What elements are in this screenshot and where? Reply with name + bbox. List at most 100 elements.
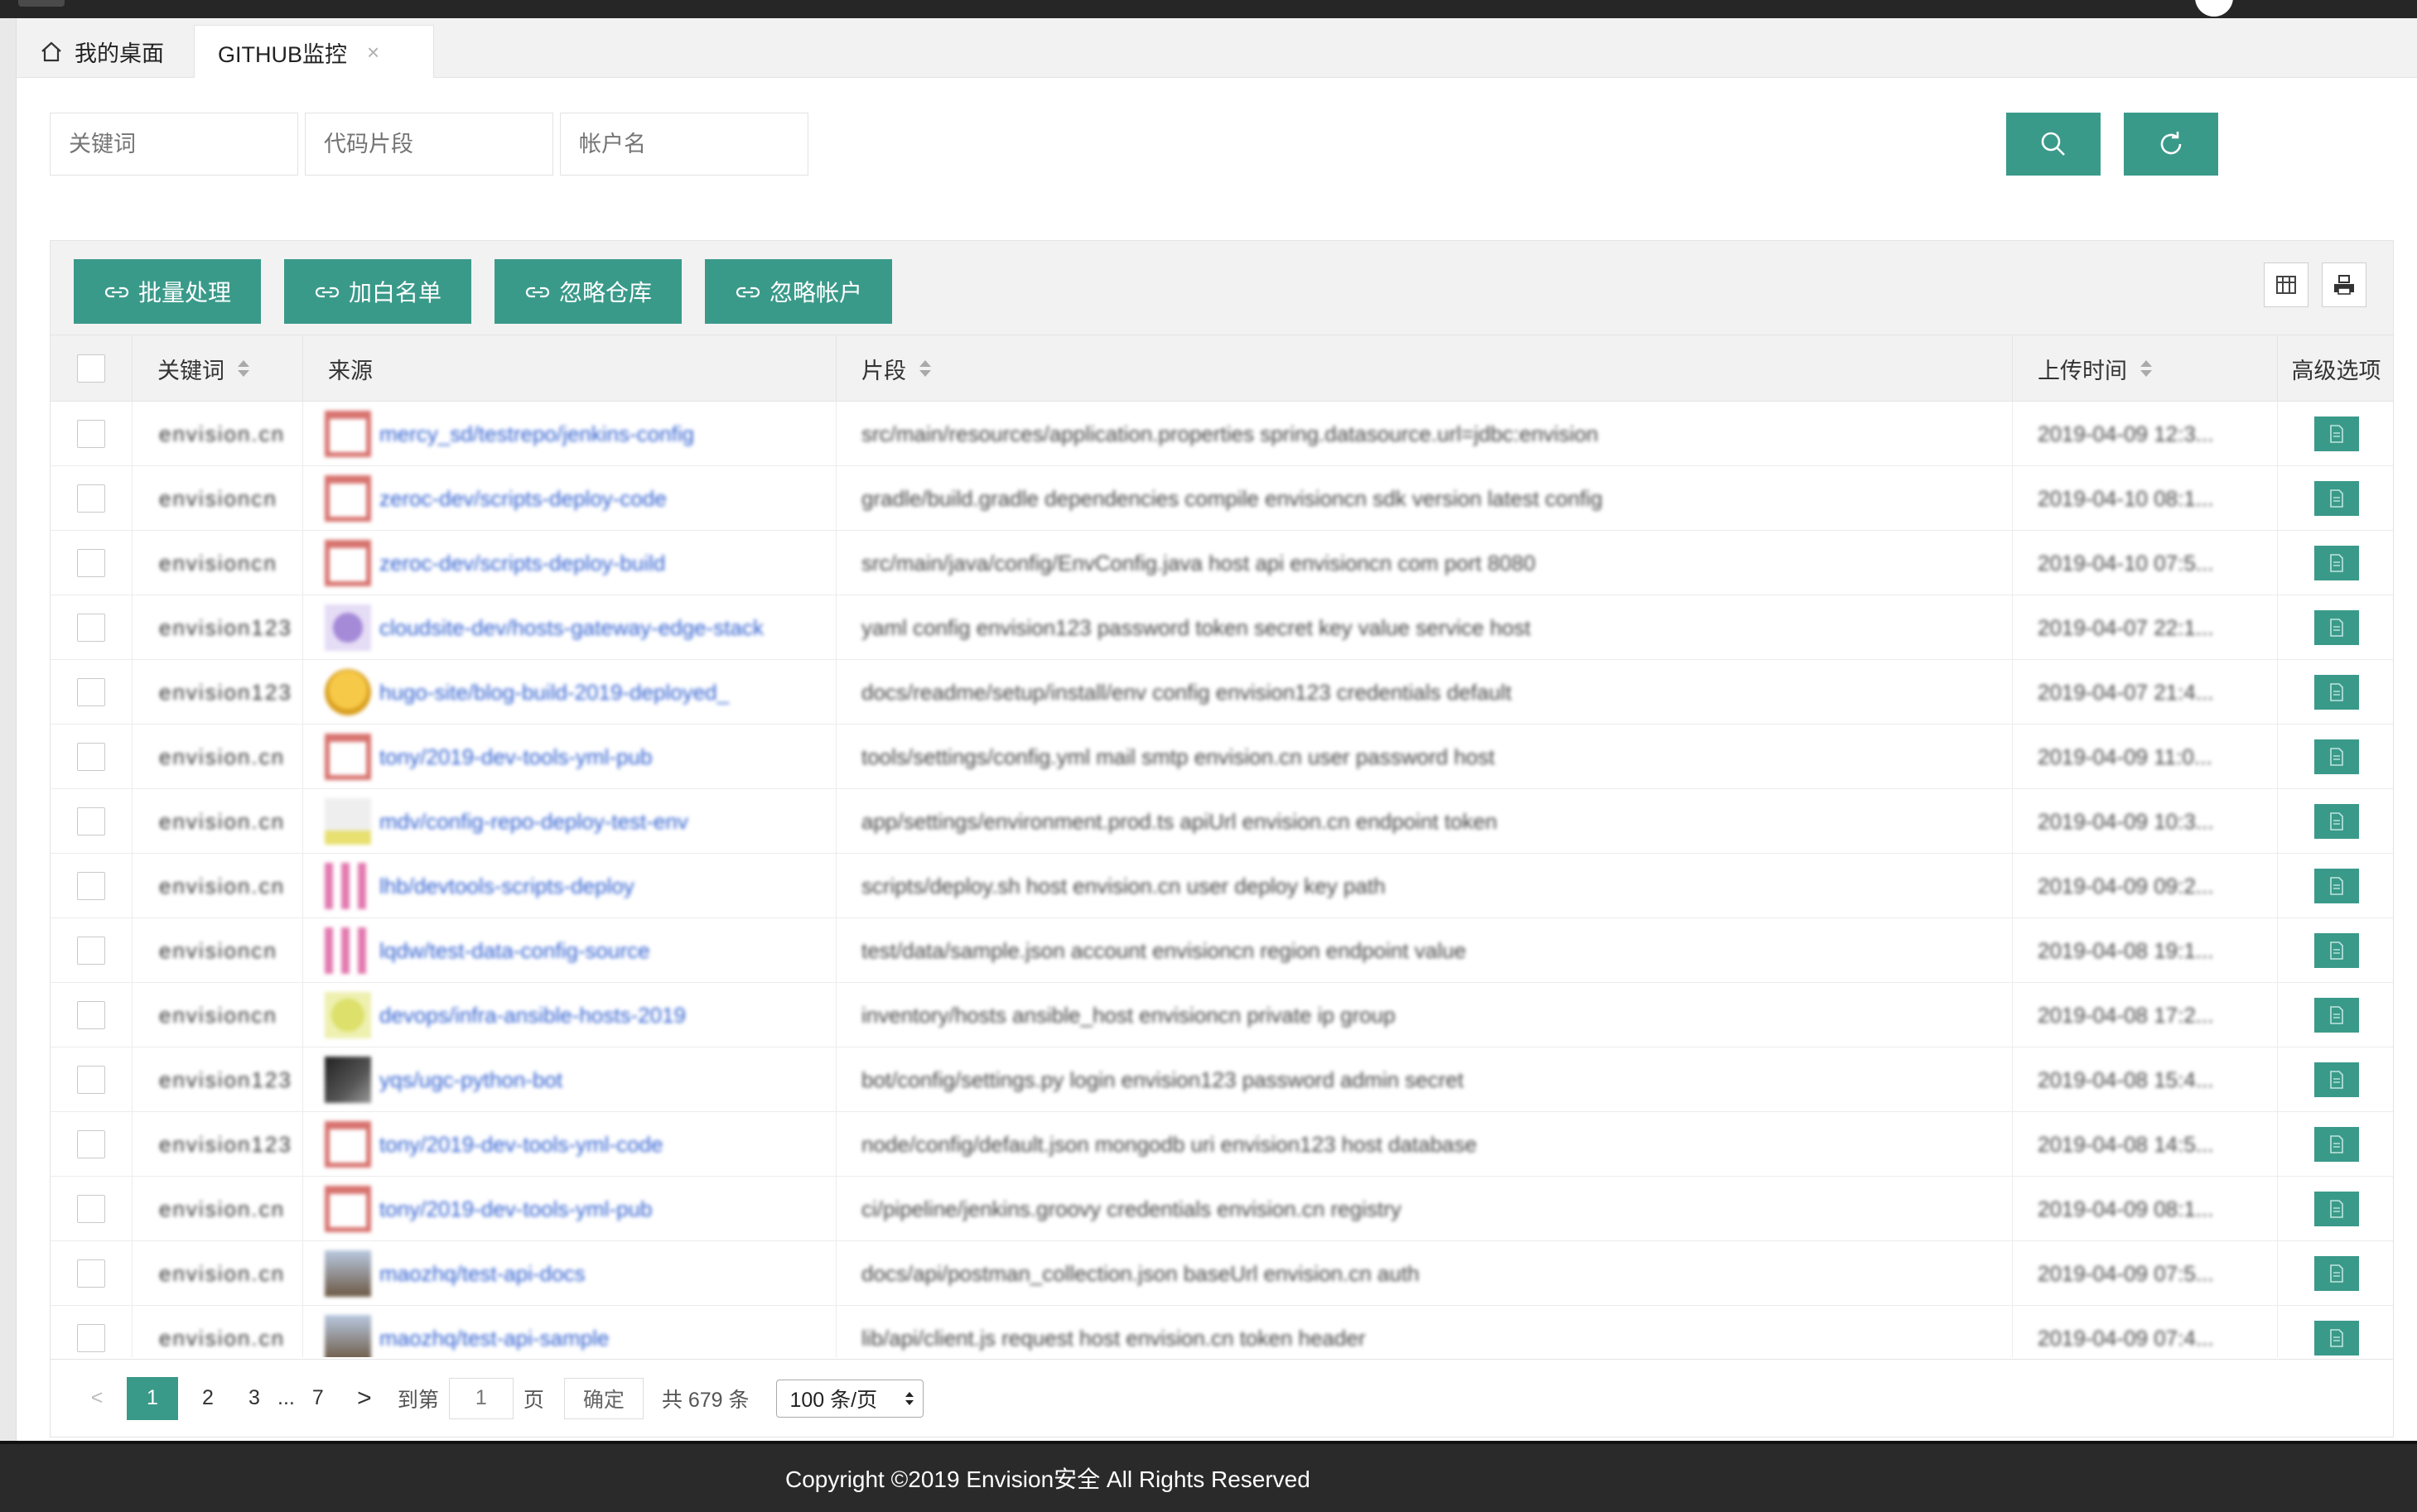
page-3-button[interactable]: 3 — [238, 1377, 271, 1420]
table-row[interactable]: envision.cn tony/2019-dev-tools-yml-pub ci… — [51, 1177, 2393, 1241]
document-icon — [2329, 1200, 2343, 1218]
refresh-button[interactable] — [2124, 113, 2218, 176]
table-row[interactable]: envision.cn lhb/devtools-scripts-deploy sc… — [51, 854, 2393, 918]
table-row[interactable]: envision.cn maozhq/test-api-sample lib/api… — [51, 1306, 2393, 1357]
row-checkbox[interactable] — [77, 614, 105, 642]
table-row[interactable]: envision123 yqs/ugc-python-bot bot/config/… — [51, 1047, 2393, 1112]
batch-process-button[interactable]: 批量处理 — [74, 259, 261, 324]
table-row[interactable]: envision.cn mercy_sd/testrepo/jenkins-con… — [51, 402, 2393, 466]
table-row[interactable]: envisioncn lqdw/test-data-config-source te… — [51, 918, 2393, 983]
detail-button[interactable] — [2313, 675, 2359, 710]
page-2-button[interactable]: 2 — [191, 1377, 224, 1420]
header-fragment[interactable]: 片段 — [836, 335, 2012, 402]
add-whitelist-button[interactable]: 加白名单 — [284, 259, 471, 324]
row-checkbox[interactable] — [77, 678, 105, 706]
row-checkbox[interactable] — [77, 1259, 105, 1288]
detail-button[interactable] — [2313, 933, 2359, 968]
row-checkbox[interactable] — [77, 420, 105, 448]
upload-time-cell: 2019-04-09 08:1... — [2012, 1177, 2277, 1241]
detail-button[interactable] — [2313, 804, 2359, 839]
sort-icon[interactable] — [2140, 360, 2152, 377]
keyword-cell: envision.cn — [132, 402, 302, 466]
detail-button[interactable] — [2313, 481, 2359, 516]
source-link[interactable]: mdv/config-repo-deploy-test-env — [379, 809, 688, 835]
tab-home[interactable]: 我的桌面 — [17, 25, 195, 78]
table-row[interactable]: envision.cn mdv/config-repo-deploy-test-e… — [51, 789, 2393, 854]
detail-button[interactable] — [2313, 1192, 2359, 1226]
detail-button[interactable] — [2313, 610, 2359, 645]
row-checkbox[interactable] — [77, 1066, 105, 1094]
detail-button[interactable] — [2313, 417, 2359, 451]
source-link[interactable]: mercy_sd/testrepo/jenkins-config — [379, 421, 694, 447]
source-link[interactable]: tony/2019-dev-tools-yml-code — [379, 1132, 663, 1158]
source-link[interactable]: tony/2019-dev-tools-yml-pub — [379, 744, 653, 770]
row-checkbox[interactable] — [77, 807, 105, 835]
source-link[interactable]: devops/infra-ansible-hosts-2019 — [379, 1003, 686, 1028]
detail-button[interactable] — [2313, 1321, 2359, 1356]
source-link[interactable]: cloudsite-dev/hosts-gateway-edge-stack — [379, 615, 764, 641]
source-link[interactable]: lhb/devtools-scripts-deploy — [379, 874, 634, 899]
tab-github-monitor[interactable]: GITHUB监控 × — [194, 25, 434, 79]
row-checkbox[interactable] — [77, 743, 105, 771]
upload-time-cell: 2019-04-09 07:5... — [2012, 1241, 2277, 1306]
source-link[interactable]: maozhq/test-api-sample — [379, 1326, 609, 1351]
export-button[interactable] — [2322, 262, 2366, 307]
table-row[interactable]: envision123 tony/2019-dev-tools-yml-code n… — [51, 1112, 2393, 1177]
sort-icon[interactable] — [238, 360, 249, 377]
table-row[interactable]: envision.cn tony/2019-dev-tools-yml-pub to… — [51, 725, 2393, 789]
table-row[interactable]: envision.cn maozhq/test-api-docs docs/api/… — [51, 1241, 2393, 1306]
source-link[interactable]: zeroc-dev/scripts-deploy-code — [379, 486, 667, 512]
keyword-input[interactable] — [50, 113, 298, 176]
page-1-button[interactable]: 1 — [127, 1376, 178, 1420]
column-toggle-button[interactable] — [2264, 262, 2308, 307]
source-link[interactable]: tony/2019-dev-tools-yml-pub — [379, 1197, 653, 1222]
table-row[interactable]: envision123 cloudsite-dev/hosts-gateway-e… — [51, 595, 2393, 660]
row-checkbox[interactable] — [77, 484, 105, 513]
select-all-checkbox[interactable] — [77, 354, 105, 383]
detail-button[interactable] — [2313, 1256, 2359, 1291]
table-row[interactable]: envision123 hugo-site/blog-build-2019-dep… — [51, 660, 2393, 725]
page-size-select[interactable]: 100 条/页 — [775, 1379, 924, 1418]
header-keyword[interactable]: 关键词 — [132, 335, 302, 402]
detail-button[interactable] — [2313, 998, 2359, 1033]
top-bar-menu-tab[interactable] — [18, 0, 65, 7]
ignore-repo-label: 忽略仓库 — [558, 280, 652, 306]
detail-button[interactable] — [2313, 1062, 2359, 1097]
row-checkbox[interactable] — [77, 1324, 105, 1352]
header-upload-time[interactable]: 上传时间 — [2012, 335, 2277, 402]
detail-button[interactable] — [2313, 546, 2359, 580]
user-avatar[interactable] — [2195, 0, 2233, 17]
goto-page-input[interactable]: 1 — [448, 1377, 514, 1419]
source-link[interactable]: lqdw/test-data-config-source — [379, 938, 650, 964]
prev-page-button[interactable]: < — [80, 1377, 113, 1420]
header-select-cell — [51, 335, 132, 402]
account-name-input[interactable] — [560, 113, 808, 176]
ignore-repo-button[interactable]: 忽略仓库 — [494, 259, 682, 324]
tab-github-monitor-label: GITHUB监控 — [218, 41, 348, 67]
goto-confirm-button[interactable]: 确定 — [563, 1377, 644, 1419]
table-row[interactable]: envisioncn zeroc-dev/scripts-deploy-code g… — [51, 466, 2393, 531]
keyword-cell: envision.cn — [132, 725, 302, 789]
source-link[interactable]: maozhq/test-api-docs — [379, 1261, 586, 1287]
table-row[interactable]: envisioncn devops/infra-ansible-hosts-201… — [51, 983, 2393, 1047]
source-link[interactable]: yqs/ugc-python-bot — [379, 1067, 562, 1093]
page-7-button[interactable]: 7 — [302, 1377, 335, 1420]
row-checkbox[interactable] — [77, 937, 105, 965]
table-row[interactable]: envisioncn zeroc-dev/scripts-deploy-build… — [51, 531, 2393, 595]
row-checkbox[interactable] — [77, 872, 105, 900]
row-checkbox[interactable] — [77, 549, 105, 577]
source-link[interactable]: zeroc-dev/scripts-deploy-build — [379, 551, 665, 576]
code-snippet-input[interactable] — [305, 113, 553, 176]
row-checkbox[interactable] — [77, 1130, 105, 1158]
detail-button[interactable] — [2313, 1127, 2359, 1162]
detail-button[interactable] — [2313, 739, 2359, 774]
detail-button[interactable] — [2313, 869, 2359, 903]
ignore-account-button[interactable]: 忽略帐户 — [705, 259, 892, 324]
sort-icon[interactable] — [919, 360, 931, 377]
row-checkbox[interactable] — [77, 1195, 105, 1223]
source-link[interactable]: hugo-site/blog-build-2019-deployed_ — [379, 680, 729, 705]
row-checkbox[interactable] — [77, 1001, 105, 1029]
search-button[interactable] — [2006, 113, 2101, 176]
tab-close-icon[interactable]: × — [367, 40, 379, 65]
next-page-button[interactable]: > — [348, 1377, 381, 1420]
